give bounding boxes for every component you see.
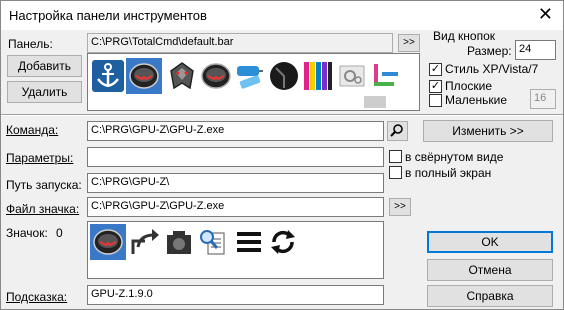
iconfile-field[interactable]: C:\PRG\GPU-Z\GPU-Z.exe — [87, 197, 384, 217]
gpu-z-icon[interactable] — [200, 60, 232, 92]
startpath-label: Путь запуска: — [6, 178, 82, 192]
view-group: Вид кнопок Размер: 24 ✓ Стиль XP/Vista/7… — [423, 29, 558, 111]
add-button[interactable]: Добавить — [7, 55, 82, 77]
color-bars-icon[interactable] — [302, 60, 334, 92]
paint-roller-icon[interactable] — [234, 60, 266, 92]
panel-path-field[interactable]: C:\PRG\TotalCmd\default.bar — [87, 33, 393, 53]
iconfile-browse-button[interactable]: >> — [389, 198, 411, 216]
flat-checkbox[interactable]: ✓ — [429, 80, 442, 93]
toolbar-preview — [87, 53, 420, 111]
settings-gears-icon[interactable] — [336, 60, 368, 92]
small-label: Маленькие — [445, 93, 507, 107]
icon-index: 0 — [56, 226, 63, 240]
size-input[interactable]: 24 — [515, 40, 556, 60]
icon-label: Значок: — [6, 226, 48, 240]
fullscreen-checkbox[interactable] — [389, 166, 402, 179]
panel-browse-button[interactable]: >> — [398, 34, 420, 52]
iconfile-label: Файл значка: — [6, 202, 80, 216]
dark-disc-icon[interactable] — [268, 60, 300, 92]
anchor-icon[interactable] — [92, 60, 124, 92]
style-xp-checkbox[interactable]: ✓ — [429, 63, 442, 76]
toolbar-settings-dialog: Настройка панели инструментов ✕ Панель: … — [0, 0, 564, 310]
params-field[interactable] — [87, 147, 384, 167]
panel-label: Панель: — [8, 37, 53, 51]
size-label: Размер: — [467, 44, 512, 58]
toolbar-scroll-thumb[interactable] — [364, 96, 386, 108]
icon-chooser — [87, 221, 384, 279]
startpath-field[interactable]: C:\PRG\GPU-Z\ — [87, 173, 384, 193]
menu-lines-icon[interactable] — [234, 227, 264, 257]
small-checkbox[interactable] — [429, 94, 442, 107]
ok-button[interactable]: OK — [427, 231, 553, 253]
search-icon[interactable] — [387, 121, 408, 141]
separator — [1, 114, 563, 116]
fullscreen-label: в полный экран — [405, 166, 492, 180]
magnifier-document-icon[interactable] — [198, 227, 228, 257]
change-button[interactable]: Изменить >> — [423, 120, 553, 142]
camera-icon[interactable] — [164, 227, 194, 257]
params-label: Параметры: — [6, 151, 74, 165]
flat-label: Плоские — [445, 79, 493, 93]
remove-button[interactable]: Удалить — [7, 81, 82, 103]
refresh-icon[interactable] — [268, 227, 298, 257]
window-title: Настройка панели инструментов — [9, 8, 207, 23]
small-size-input[interactable]: 16 — [530, 89, 556, 109]
minimized-checkbox[interactable] — [389, 150, 402, 163]
command-field[interactable]: C:\PRG\GPU-Z\GPU-Z.exe — [87, 121, 384, 141]
tooltip-label: Подсказка: — [6, 290, 68, 304]
witcher-wolf-icon[interactable] — [166, 60, 198, 92]
minimized-label: в свёрнутом виде — [405, 150, 504, 164]
gpu-z-icon[interactable] — [90, 224, 126, 260]
command-label: Команда: — [6, 123, 59, 137]
style-xp-label: Стиль XP/Vista/7 — [445, 62, 539, 76]
cancel-button[interactable]: Отмена — [427, 259, 553, 281]
share-arrow-icon[interactable] — [130, 227, 160, 257]
help-button[interactable]: Справка — [427, 285, 553, 307]
tooltip-field[interactable]: GPU-Z.1.9.0 — [87, 285, 384, 305]
view-group-label: Вид кнопок — [433, 29, 496, 43]
gpu-z-icon[interactable] — [126, 58, 162, 94]
close-icon[interactable]: ✕ — [538, 4, 553, 25]
code-icon[interactable] — [370, 60, 402, 92]
title-bar: Настройка панели инструментов ✕ — [1, 1, 563, 30]
